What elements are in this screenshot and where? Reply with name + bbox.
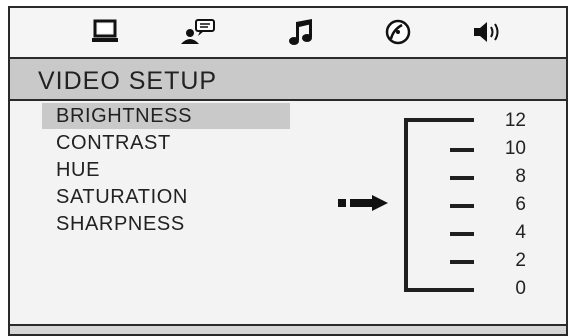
user-speech-icon[interactable]	[178, 16, 218, 48]
scale-tick	[450, 148, 474, 152]
scale-label: 6	[515, 194, 526, 215]
scale-tick	[450, 176, 474, 180]
scale-tick	[450, 232, 474, 236]
scale-label: 12	[504, 110, 526, 131]
music-note-icon[interactable]	[282, 16, 322, 48]
level-pointer-icon	[338, 193, 390, 213]
scale-top-bar	[404, 118, 474, 122]
scale-tick	[450, 204, 474, 208]
page-title: VIDEO SETUP	[38, 67, 218, 95]
monitor-icon[interactable]	[86, 16, 126, 48]
disc-icon[interactable]	[378, 16, 418, 48]
bottom-help-strip	[10, 324, 566, 334]
scale-label: 4	[515, 222, 526, 243]
menu-item-brightness[interactable]: BRIGHTNESS	[42, 103, 290, 129]
scale-label: 8	[515, 166, 526, 187]
section-title-bar: VIDEO SETUP	[10, 59, 566, 101]
setup-menu-screen: VIDEO SETUP BRIGHTNESS CONTRAST HUE SATU…	[8, 6, 568, 336]
scale-vertical-bar	[404, 118, 408, 292]
speaker-icon[interactable]	[468, 16, 508, 48]
menu-item-hue[interactable]: HUE	[42, 157, 290, 183]
scale-label: 10	[504, 138, 526, 159]
category-icon-bar	[10, 8, 566, 59]
menu-item-sharpness[interactable]: SHARPNESS	[42, 211, 290, 237]
scale-label: 0	[515, 278, 526, 299]
menu-item-contrast[interactable]: CONTRAST	[42, 130, 290, 156]
menu-item-saturation[interactable]: SATURATION	[42, 184, 290, 210]
scale-tick	[450, 260, 474, 264]
scale-label: 2	[515, 250, 526, 271]
scale-bottom-bar	[404, 288, 474, 292]
